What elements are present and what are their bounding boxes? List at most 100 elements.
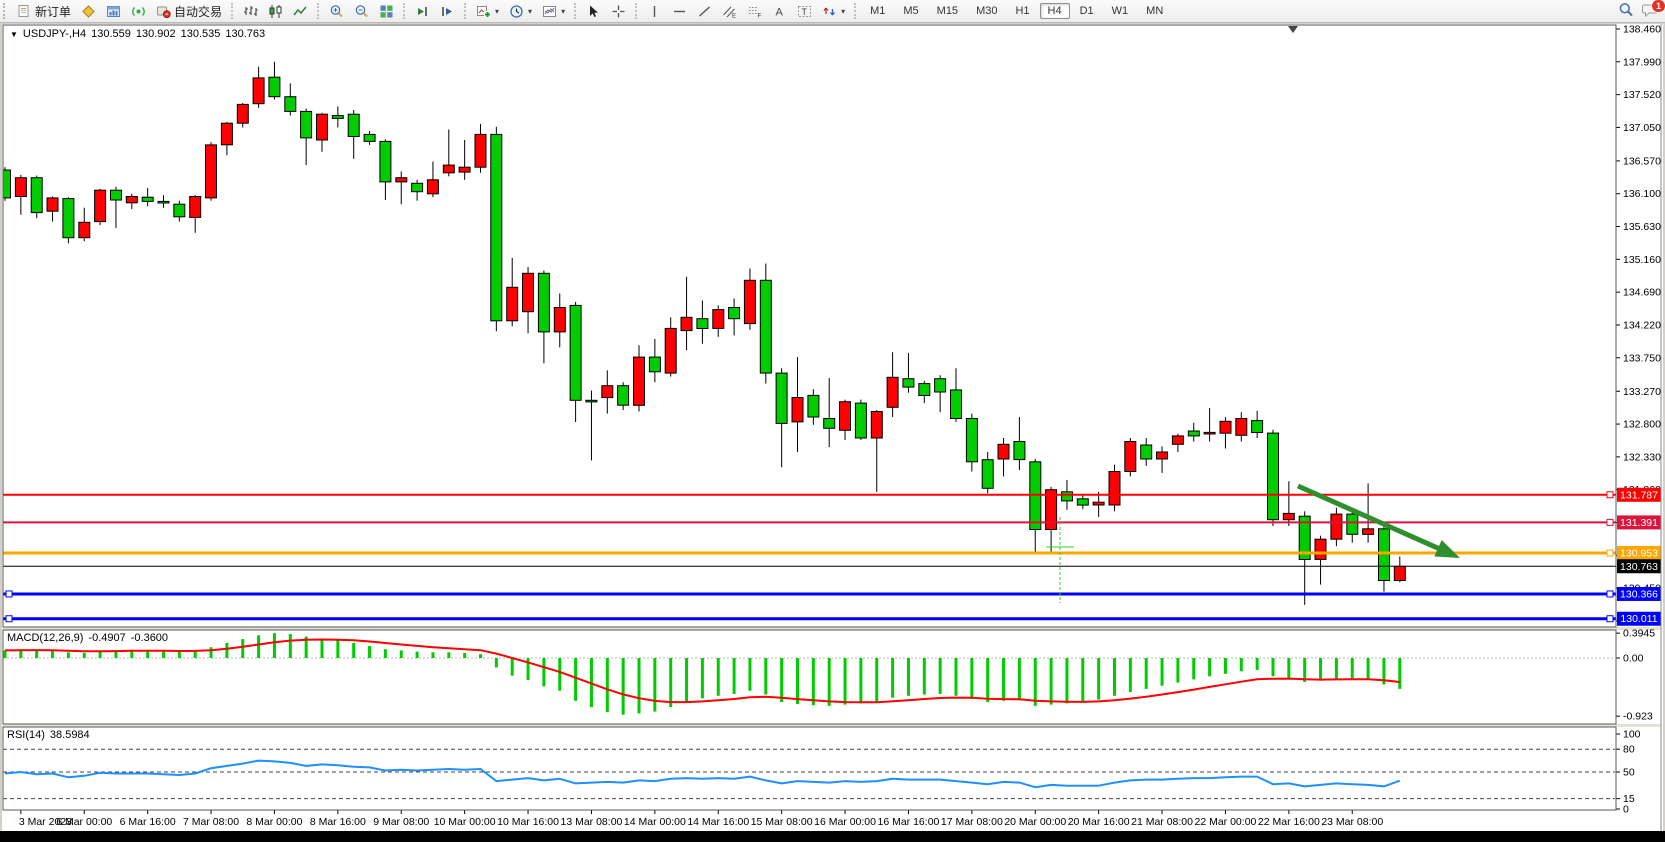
trendline-icon [697, 4, 712, 19]
candle-body [1204, 432, 1215, 434]
time-tick-label: 14 Mar 16:00 [687, 816, 749, 828]
toolbar-right: 1 [1618, 0, 1659, 22]
price-tick-label: 133.270 [1623, 386, 1661, 398]
notifications-icon[interactable]: 1 [1642, 2, 1659, 21]
candle-body [1220, 421, 1231, 433]
svg-text:F: F [758, 13, 762, 19]
chart-canvas[interactable]: 138.460137.990137.520137.050136.570136.1… [0, 0, 1665, 842]
candle-body [31, 178, 42, 213]
profiles-icon [106, 4, 121, 19]
rsi-indicator-label: RSI(14) 38.5984 [7, 729, 90, 741]
time-tick-label: 6 Mar 16:00 [120, 816, 176, 828]
auto-trading-button[interactable]: 自动交易 [151, 1, 227, 22]
price-line-badge: 130.953 [1620, 547, 1658, 559]
timeframe-button-mn[interactable]: MN [1138, 3, 1171, 19]
price-tick-label: 138.460 [1623, 24, 1661, 36]
arrows-button[interactable]: ▾ [817, 2, 850, 21]
price-tick-label: 133.750 [1623, 352, 1661, 364]
timeframe-button-h1[interactable]: H1 [1007, 3, 1037, 19]
bar-chart-button[interactable] [238, 2, 263, 21]
toolbar-separator [854, 3, 857, 19]
fibonacci-button[interactable]: F [742, 2, 767, 21]
chevron-down-icon[interactable]: ▾ [561, 7, 565, 16]
candle-body [15, 178, 26, 197]
profiles-button[interactable] [101, 2, 126, 21]
chart-shift-button[interactable] [435, 2, 460, 21]
time-tick-label: 8 Mar 00:00 [246, 816, 302, 828]
candlestick-chart-button[interactable] [263, 2, 288, 21]
crosshair-button[interactable] [606, 2, 631, 21]
candle-body [1283, 513, 1294, 519]
tile-windows-icon [379, 4, 394, 19]
text-icon: A [772, 4, 787, 19]
time-tick-label: 9 Mar 08:00 [373, 816, 429, 828]
candle-body [47, 198, 58, 211]
time-tick-label: 22 Mar 16:00 [1258, 816, 1320, 828]
gold-diamond-button[interactable] [76, 2, 101, 21]
chevron-down-icon[interactable]: ▾ [528, 7, 532, 16]
timeframe-button-h4[interactable]: H4 [1040, 3, 1070, 19]
candle-body [190, 197, 201, 218]
candle-body [729, 308, 740, 319]
timeframe-button-m1[interactable]: M1 [862, 3, 893, 19]
chevron-down-icon[interactable]: ▾ [495, 7, 499, 16]
timeframe-button-m30[interactable]: M30 [968, 3, 1005, 19]
candle-body [1188, 431, 1199, 436]
new-order-button[interactable]: 新订单 [12, 1, 76, 22]
timeframe-button-m5[interactable]: M5 [895, 3, 926, 19]
chevron-down-icon[interactable]: ▾ [841, 7, 845, 16]
zoom-in-button[interactable] [324, 2, 349, 21]
candlestick-chart-icon [268, 4, 283, 19]
periods-button[interactable]: ▾ [504, 2, 537, 21]
price-tick-label: 137.990 [1623, 56, 1661, 68]
bottom-bar [0, 831, 1665, 842]
price-tick-label: 137.520 [1623, 89, 1661, 101]
zoom-out-button[interactable] [349, 2, 374, 21]
price-tick-label: 137.050 [1623, 122, 1661, 134]
channel-button[interactable]: E [717, 2, 742, 21]
vertical-line-button[interactable] [642, 2, 667, 21]
label-button[interactable]: T [792, 2, 817, 21]
candle-body [871, 412, 882, 439]
price-tick-label: 136.570 [1623, 155, 1661, 167]
time-tick-label: 16 Mar 16:00 [878, 816, 940, 828]
timeframe-button-d1[interactable]: D1 [1072, 3, 1102, 19]
ohlc-high: 130.902 [136, 28, 176, 40]
horizontal-line-button[interactable] [667, 2, 692, 21]
macd-value: -0.4907 [88, 632, 125, 644]
autotrading-icon [156, 4, 171, 19]
svg-text:80: 80 [1623, 744, 1635, 756]
timeframe-button-m15[interactable]: M15 [929, 3, 966, 19]
tile-windows-button[interactable] [374, 2, 399, 21]
cursor-button[interactable] [581, 2, 606, 21]
trendline-button[interactable] [692, 2, 717, 21]
timeframe-button-w1[interactable]: W1 [1104, 3, 1137, 19]
time-tick-label: 16 Mar 00:00 [814, 816, 876, 828]
candle-body [1014, 442, 1025, 460]
text-button[interactable]: A [767, 2, 792, 21]
candle-body [935, 379, 946, 392]
add-indicator-icon [476, 4, 491, 19]
signals-button[interactable] [126, 2, 151, 21]
new-order-button-label: 新订单 [35, 3, 71, 20]
candle-body [634, 357, 645, 405]
line-chart-icon [293, 4, 308, 19]
templates-button[interactable]: ▾ [537, 2, 570, 21]
candle-body [142, 197, 153, 201]
chart-symbol-overlay[interactable]: ▼ USDJPY-,H4 130.559 130.902 130.535 130… [10, 28, 265, 40]
auto-scroll-button[interactable] [410, 2, 435, 21]
search-icon[interactable] [1618, 2, 1634, 21]
template-icon [542, 4, 557, 19]
time-tick-label: 20 Mar 00:00 [1004, 816, 1066, 828]
candle-body [111, 190, 122, 200]
candle-body [855, 403, 866, 438]
macd-signal-value: -0.3600 [131, 632, 168, 644]
time-tick-label: 7 Mar 08:00 [183, 816, 239, 828]
new-order-icon [17, 4, 32, 19]
line-chart-button[interactable] [288, 2, 313, 21]
add-indicator-button[interactable]: ▾ [471, 2, 504, 21]
candle-body [1315, 539, 1326, 559]
symbol-dropdown-caret[interactable]: ▼ [10, 30, 18, 39]
signals-icon [131, 4, 146, 19]
price-line-badge: 131.787 [1620, 489, 1658, 501]
